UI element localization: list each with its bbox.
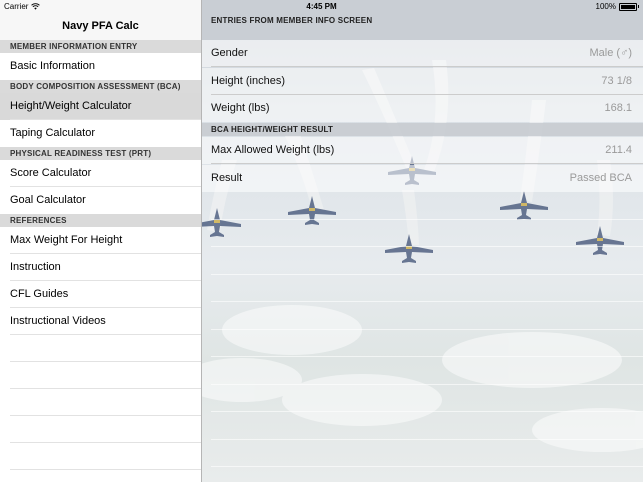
battery-indicator: 100%: [596, 0, 639, 13]
empty-row-divider: [211, 411, 643, 412]
status-bar: Carrier 4:45 PM 100%: [0, 0, 643, 13]
battery-icon: [619, 2, 637, 11]
empty-row: [0, 416, 201, 443]
row-gender: Gender Male (♂): [202, 40, 643, 67]
row-divider: [211, 66, 643, 67]
menu-item-score-calculator[interactable]: Score Calculator: [0, 160, 201, 187]
menu-item-max-weight-for-height[interactable]: Max Weight For Height: [0, 227, 201, 254]
empty-row-divider: [211, 219, 643, 220]
app-title: Navy PFA Calc: [62, 20, 139, 32]
empty-row-divider: [211, 274, 643, 275]
empty-row: [0, 362, 201, 389]
menu-item-height-weight-calculator[interactable]: Height/Weight Calculator: [0, 93, 201, 120]
height-label: Height (inches): [211, 75, 285, 87]
result-value: Passed BCA: [569, 172, 632, 184]
empty-row-divider: [211, 356, 643, 357]
section-header-bca-result: BCA HEIGHT/WEIGHT RESULT: [202, 123, 643, 136]
menu-item-instruction[interactable]: Instruction: [0, 254, 201, 281]
empty-row: [0, 335, 201, 362]
result-label: Result: [211, 172, 243, 184]
empty-row-divider: [211, 329, 643, 330]
menu-item-basic-information[interactable]: Basic Information: [0, 53, 201, 80]
weight-value: 168.1: [604, 102, 632, 114]
max-allowed-weight-label: Max Allowed Weight (lbs): [211, 144, 335, 156]
gender-value: Male (♂): [589, 47, 632, 59]
menu-item-taping-calculator[interactable]: Taping Calculator: [0, 120, 201, 147]
row-height: Height (inches) 73 1/8: [202, 68, 643, 95]
section-header-prt: PHYSICAL READINESS TEST (PRT): [0, 147, 201, 160]
menu-item-instructional-videos[interactable]: Instructional Videos: [0, 308, 201, 335]
gender-label: Gender: [211, 47, 248, 59]
section-header-bca: BODY COMPOSITION ASSESSMENT (BCA): [0, 80, 201, 93]
clock: 4:45 PM: [306, 2, 337, 11]
empty-row: [0, 389, 201, 416]
section-header-entries: ENTRIES FROM MEMBER INFO SCREEN: [211, 16, 373, 25]
empty-row-divider: [211, 301, 643, 302]
height-value: 73 1/8: [601, 75, 632, 87]
detail-pane: ENTRIES FROM MEMBER INFO SCREEN Gender M…: [202, 0, 643, 482]
row-divider: [211, 163, 643, 164]
battery-tip-icon: [638, 5, 639, 8]
menu-item-goal-calculator[interactable]: Goal Calculator: [0, 187, 201, 214]
empty-row: [0, 443, 201, 470]
row-result: Result Passed BCA: [202, 165, 643, 192]
section-header-references: REFERENCES: [0, 214, 201, 227]
row-max-allowed-weight: Max Allowed Weight (lbs) 211.4: [202, 137, 643, 164]
master-sidebar: Navy PFA Calc MEMBER INFORMATION ENTRY B…: [0, 0, 202, 482]
section-header-member-info: MEMBER INFORMATION ENTRY: [0, 40, 201, 53]
empty-row-divider: [211, 246, 643, 247]
empty-row-divider: [211, 384, 643, 385]
row-weight: Weight (lbs) 168.1: [202, 95, 643, 122]
empty-row-divider: [211, 439, 643, 440]
empty-row-divider: [211, 466, 643, 467]
menu-item-cfl-guides[interactable]: CFL Guides: [0, 281, 201, 308]
max-allowed-weight-value: 211.4: [605, 144, 632, 156]
weight-label: Weight (lbs): [211, 102, 270, 114]
battery-percent: 100%: [595, 2, 616, 11]
